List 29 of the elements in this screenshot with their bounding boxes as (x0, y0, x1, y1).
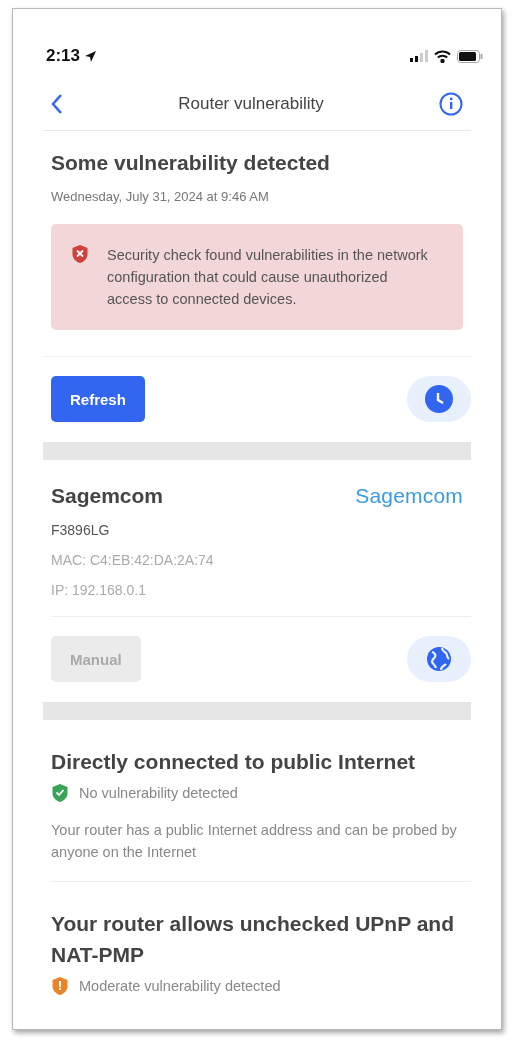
info-icon[interactable] (439, 92, 463, 116)
check-status: No vulnerability detected (79, 785, 238, 801)
clock-time: 2:13 (46, 46, 81, 66)
check-title: Directly connected to public Internet (51, 749, 417, 775)
check-title: Your router allows unchecked UPnP and NAT-PMP (51, 911, 455, 968)
scan-date: Wednesday, July 31, 2024 at 9:46 AM (51, 189, 270, 204)
result-heading: Some vulnerability detected (51, 150, 331, 175)
shield-check-icon (51, 783, 69, 803)
battery-icon (457, 49, 483, 63)
location-arrow-icon (84, 49, 98, 63)
shield-alert-icon (51, 976, 69, 996)
brand-logo: Sagemcom (355, 484, 463, 508)
web-button[interactable] (407, 636, 471, 682)
mac-address: MAC: C4:EB:42:DA:2A:74 (51, 552, 215, 568)
alert-message: Security check found vulnerabilities in the network configuration that could cause unauthorized access to connected devices. (107, 246, 429, 309)
globe-icon (426, 646, 452, 672)
router-brand: Sagemcom (51, 484, 164, 508)
refresh-button[interactable]: Refresh (51, 376, 145, 422)
check-description: Your router has a public Internet address and can be probed by anyone on the Internet (51, 821, 458, 862)
router-model: F3896LG (51, 522, 111, 538)
shield-x-icon (71, 244, 89, 264)
clock-icon (425, 385, 453, 413)
ip-address: IP: 192.168.0.1 (51, 582, 147, 598)
screen-title: Router vulnerability (178, 94, 324, 114)
history-button[interactable] (407, 376, 471, 422)
signal-icon (410, 50, 428, 62)
back-icon[interactable] (51, 93, 63, 115)
wifi-icon (434, 49, 451, 63)
check-status: Moderate vulnerability detected (79, 978, 281, 994)
